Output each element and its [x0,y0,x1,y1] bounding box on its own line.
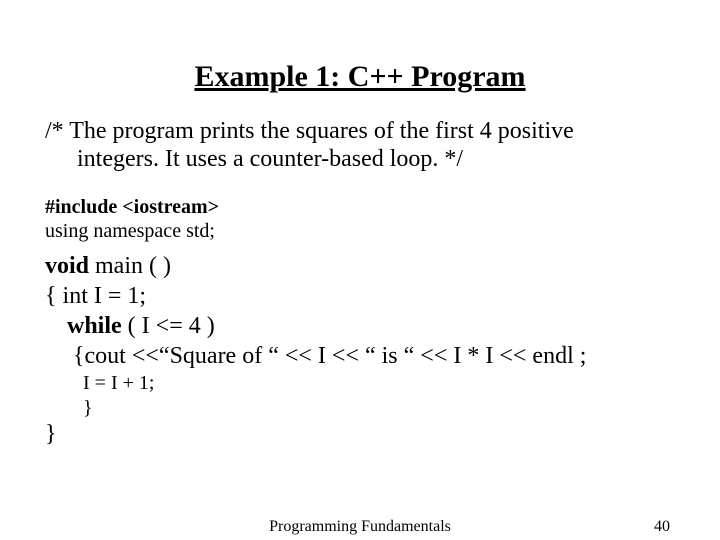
page-number: 40 [654,518,670,536]
code-line-3: while ( I <= 4 ) [45,311,675,341]
code-line-4: {cout <<“Square of “ << I << “ is “ << I… [45,341,675,371]
include-block: #include <iostream> using namespace std; [45,195,675,243]
slide-title: Example 1: C++ Program [45,60,675,94]
comment-line-1: /* The program prints the squares of the… [45,118,574,144]
keyword-void: void [45,253,89,279]
code-block-small: I = I + 1; } [45,371,675,421]
code-line-5: I = I + 1; [45,371,675,396]
code-line-7: } [45,421,675,448]
comment-line-2: integers. It uses a counter-based loop. … [45,146,675,174]
keyword-while: while [67,313,122,339]
code-line-6: } [45,396,675,421]
while-condition: ( I <= 4 ) [122,313,215,339]
code-line-2: { int I = 1; [45,281,675,311]
code-comment: /* The program prints the squares of the… [45,118,675,173]
code-block: void main ( ) { int I = 1; while ( I <= … [45,251,675,371]
using-directive: using namespace std; [45,219,675,243]
code-line-1: void main ( ) [45,251,675,281]
include-directive: #include <iostream> [45,195,675,219]
main-signature: main ( ) [89,253,171,279]
footer-title: Programming Fundamentals [269,518,451,536]
